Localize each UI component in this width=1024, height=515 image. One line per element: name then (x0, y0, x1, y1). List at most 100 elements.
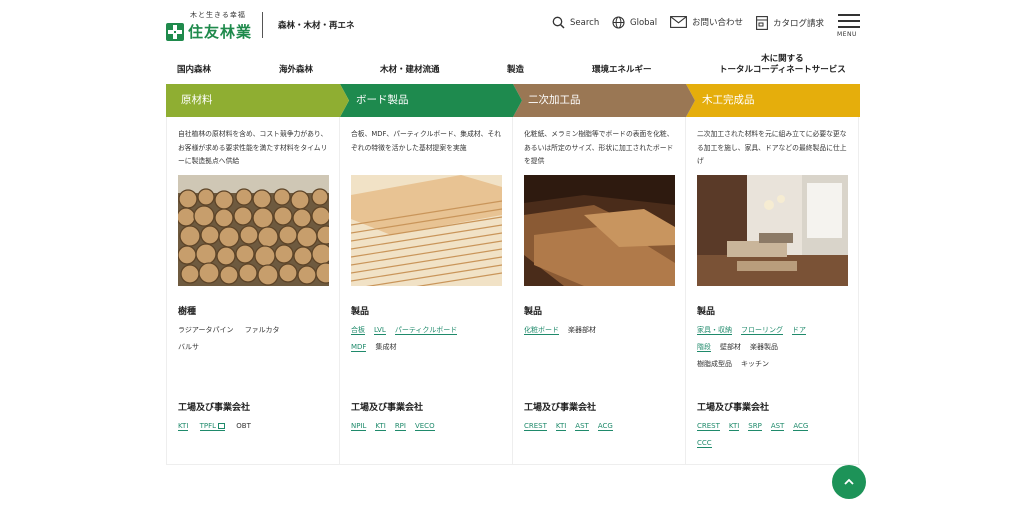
product-link-plywood[interactable]: 合板 (351, 326, 365, 335)
stage-finished-products[interactable]: 木工完成品 (702, 84, 755, 117)
stage-secondary-products[interactable]: 二次加工品 (528, 84, 581, 117)
nav-environment-energy[interactable]: 環境エネルギー (592, 65, 652, 76)
column-description: 合板、MDF、パーティクルボード、集成材、それぞれの特徴を活かした基材提案を実施 (351, 130, 502, 152)
logo-divider (262, 12, 263, 38)
factories-heading: 工場及び事業会社 (178, 403, 251, 413)
living-room-image (697, 175, 848, 286)
catalog-icon (756, 16, 768, 30)
factories-list: CREST KTI AST ACG (524, 418, 677, 435)
menu-icon (838, 14, 860, 16)
product-link-decorative-board[interactable]: 化粧ボード (524, 326, 559, 335)
product-kitchen: キッチン (741, 360, 769, 368)
products-list: 家具・収納 フローリング ドア 階段 壁部材 楽器製品 樹脂成型品 キッチン (697, 322, 850, 373)
nav-domestic-forest[interactable]: 国内森林 (177, 65, 211, 76)
nav-timber-distribution[interactable]: 木材・建材流通 (380, 65, 440, 76)
site-logo[interactable]: 木と生きる幸福 住友林業 (166, 10, 258, 41)
column-description: 二次加工された材料を元に組み立てに必要な更なる加工を施し、家具、ドアなどの最終製… (697, 130, 847, 165)
factories-heading: 工場及び事業会社 (524, 403, 597, 413)
nav-overseas-forest[interactable]: 海外森林 (279, 65, 313, 76)
products-heading: 製品 (697, 307, 716, 317)
product-link-furniture-storage[interactable]: 家具・収納 (697, 326, 732, 335)
species-radiata-pine: ラジアータパイン (178, 326, 234, 334)
column-description: 自社植林の原材料を含め、コスト競争力があり、お客様が求める要求性能を満たす材料を… (178, 130, 328, 165)
company-link-kti[interactable]: KTI (555, 422, 567, 431)
column-raw-materials: 自社植林の原材料を含め、コスト競争力があり、お客様が求める要求性能を満たす材料を… (167, 117, 340, 465)
process-arrows (166, 84, 860, 117)
product-link-particleboard[interactable]: パーティクルボード (394, 326, 458, 335)
company-obt: OBT (236, 422, 251, 430)
stage-board-products[interactable]: ボード製品 (356, 84, 409, 117)
factories-list: NPIL KTI RPI VECO (351, 418, 504, 435)
factories-heading: 工場及び事業会社 (351, 403, 424, 413)
site-header: 木と生きる幸福 住友林業 森林・木材・再エネ Search Global お問い… (0, 0, 1024, 50)
nav-total-coordinate[interactable]: 木に関する トータルコーディネートサービス (719, 54, 846, 76)
company-link-npil[interactable]: NPIL (351, 422, 367, 431)
factories-list: CREST KTI SRP AST ACG CCC (697, 418, 850, 452)
chevron-up-icon (844, 478, 854, 485)
species-heading: 樹種 (178, 307, 197, 317)
company-link-crest[interactable]: CREST (697, 422, 720, 431)
menu-label: MENU (837, 31, 857, 38)
company-link-crest[interactable]: CREST (524, 422, 547, 431)
search-label: Search (570, 17, 600, 28)
search-button[interactable]: Search (552, 16, 599, 29)
stage-raw-materials[interactable]: 原材料 (181, 84, 213, 117)
logo-tagline: 木と生きる幸福 (190, 11, 246, 19)
nav-manufacturing[interactable]: 製造 (507, 65, 524, 76)
product-link-flooring[interactable]: フローリング (741, 326, 783, 335)
product-instruments: 楽器製品 (750, 343, 778, 351)
products-heading: 製品 (351, 307, 370, 317)
product-link-doors[interactable]: ドア (792, 326, 806, 335)
company-link-kti[interactable]: KTI (375, 422, 386, 431)
company-link-ast[interactable]: AST (770, 422, 785, 431)
search-icon (552, 16, 565, 29)
company-link-tpfl[interactable]: TPFL (199, 422, 226, 431)
product-link-stairs[interactable]: 階段 (697, 343, 711, 352)
external-link-icon (218, 423, 226, 429)
header-tagline: 森林・木材・再エネ (278, 21, 355, 31)
global-label: Global (630, 17, 658, 28)
species-falcata: ファルカタ (244, 326, 280, 334)
column-secondary-products: 化粧紙、メラミン樹脂等でボードの表面を化粧、あるいは所定のサイズ、形状に加工され… (513, 117, 686, 465)
company-link-veco[interactable]: VECO (414, 422, 435, 431)
global-button[interactable]: Global (612, 16, 657, 29)
products-list: 合板 LVL パーティクルボード MDF 集成材 (351, 322, 504, 356)
product-glulam: 集成材 (375, 343, 397, 351)
company-link-kti[interactable]: KTI (728, 422, 740, 431)
log-pile-image (178, 175, 329, 286)
products-heading: 製品 (524, 307, 543, 317)
catalog-button[interactable]: カタログ請求 (756, 16, 824, 30)
globe-icon (612, 16, 625, 29)
decorative-board-image (524, 175, 675, 286)
product-link-mdf[interactable]: MDF (351, 343, 367, 352)
product-resin-molded: 樹脂成型品 (697, 360, 732, 368)
logo-name: 住友林業 (188, 23, 253, 41)
company-link-ccc[interactable]: CCC (697, 439, 712, 448)
catalog-label: カタログ請求 (773, 19, 825, 29)
menu-button[interactable]: MENU (836, 14, 862, 38)
company-link-rpi[interactable]: RPI (394, 422, 406, 431)
company-link-acg[interactable]: ACG (597, 422, 613, 431)
stage-columns: 自社植林の原材料を含め、コスト競争力があり、お客様が求める要求性能を満たす材料を… (166, 117, 860, 465)
company-link-ast[interactable]: AST (575, 422, 589, 431)
column-finished-products: 二次加工された材料を元に組み立てに必要な更なる加工を施し、家具、ドアなどの最終製… (686, 117, 859, 465)
back-to-top-button[interactable] (832, 465, 866, 499)
process-strip: 原材料 ボード製品 二次加工品 木工完成品 (166, 84, 860, 117)
product-wall-parts: 壁部材 (720, 343, 741, 351)
products-list: 化粧ボード 楽器部材 (524, 322, 677, 339)
company-link-srp[interactable]: SRP (748, 422, 762, 431)
factories-list: KTI TPFL OBT (178, 418, 331, 435)
product-link-lvl[interactable]: LVL (374, 326, 386, 335)
logo-mark-icon (166, 23, 184, 41)
factories-heading: 工場及び事業会社 (697, 403, 770, 413)
company-link-acg[interactable]: ACG (793, 422, 809, 431)
column-board-products: 合板、MDF、パーティクルボード、集成材、それぞれの特徴を活かした基材提案を実施… (340, 117, 513, 465)
species-list: ラジアータパイン ファルカタ バルサ (178, 322, 331, 356)
company-link-kti[interactable]: KTI (178, 422, 189, 431)
plywood-stack-image (351, 175, 502, 286)
contact-button[interactable]: お問い合わせ (670, 16, 743, 28)
product-instrument-parts: 楽器部材 (568, 326, 596, 334)
contact-label: お問い合わせ (692, 18, 744, 28)
mail-icon (670, 16, 687, 28)
column-description: 化粧紙、メラミン樹脂等でボードの表面を化粧、あるいは所定のサイズ、形状に加工され… (524, 130, 674, 165)
